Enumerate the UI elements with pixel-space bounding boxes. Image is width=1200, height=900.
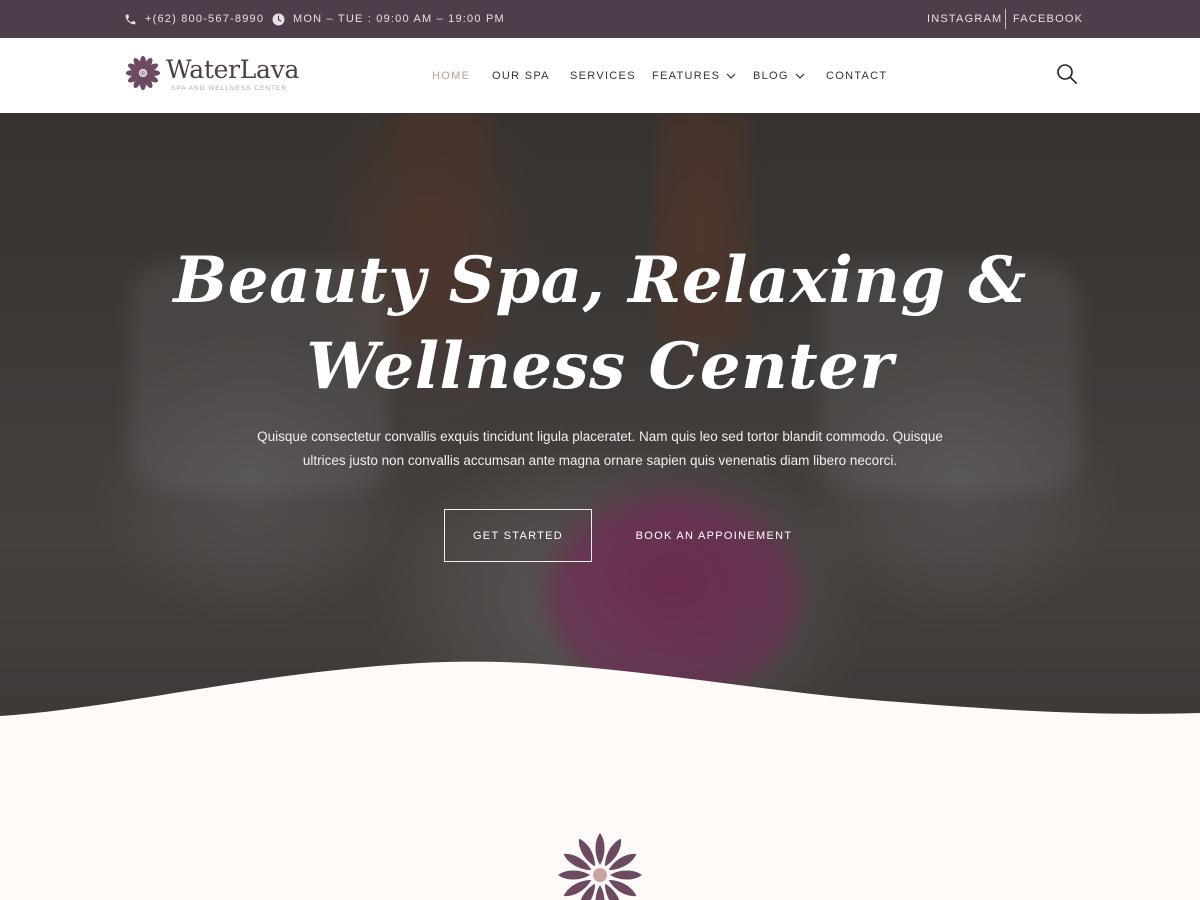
hero-title: Beauty Spa, Relaxing & Wellness Center [0,238,1200,410]
search-button[interactable] [1056,63,1078,85]
top-bar: +(62) 800-567-8990 MON – TUE : 09:00 AM … [0,0,1200,38]
nav-our-spa[interactable]: OUR SPA [492,38,550,113]
social-instagram[interactable]: INSTAGRAM [927,0,1002,38]
nav-blog[interactable]: BLOG [753,38,805,113]
chevron-down-icon [726,70,736,82]
hero-description-line2: ultrices justo non convallis accumsan an… [302,453,898,468]
clock-icon [272,13,285,26]
opening-hours: MON – TUE : 09:00 AM – 19:00 PM [293,13,505,25]
hero-title-line2: Wellness Center [306,329,894,404]
logo-name: WaterLava [166,55,300,84]
hero-banner: Beauty Spa, Relaxing & Wellness Center Q… [0,113,1200,726]
hero-description: Quisque consectetur convallis exquis tin… [230,425,970,473]
nav-services-label: SERVICES [570,69,636,82]
flower-icon [124,54,162,97]
nav-features-label: FEATURES [652,69,721,82]
hero-wave-divider [0,661,1200,726]
book-appointment-label: BOOK AN APPOINEMENT [635,529,793,542]
get-started-label: GET STARTED [472,529,564,542]
hero-title-line1: Beauty Spa, Relaxing & [173,243,1027,318]
book-appointment-button[interactable]: BOOK AN APPOINEMENT [626,509,802,562]
nav-home[interactable]: HOME [432,38,470,113]
hours-info: MON – TUE : 09:00 AM – 19:00 PM [272,0,505,38]
chevron-down-icon [795,70,805,82]
hero-description-line1: Quisque consectetur convallis exquis tin… [257,429,943,444]
phone-info: +(62) 800-567-8990 [124,0,264,38]
nav-contact[interactable]: CONTACT [826,38,887,113]
main-navbar: WaterLava SPA AND WELLNESS CENTER HOME O… [0,38,1200,113]
nav-services[interactable]: SERVICES [570,38,636,113]
nav-our-spa-label: OUR SPA [492,69,550,82]
get-started-button[interactable]: GET STARTED [444,509,592,562]
phone-icon [124,13,137,26]
logo-tagline: SPA AND WELLNESS CENTER [171,85,288,92]
search-icon [1056,64,1078,89]
social-divider [1005,9,1006,29]
section-flower-icon [550,820,650,900]
facebook-link[interactable]: FACEBOOK [1013,13,1083,25]
nav-home-label: HOME [432,69,471,82]
nav-contact-label: CONTACT [826,69,888,82]
logo[interactable]: WaterLava SPA AND WELLNESS CENTER [124,52,304,100]
nav-features[interactable]: FEATURES [652,38,736,113]
nav-blog-label: BLOG [753,69,789,82]
social-facebook[interactable]: FACEBOOK [1013,0,1083,38]
instagram-link[interactable]: INSTAGRAM [927,13,1002,25]
hero-overlay [0,113,1200,726]
phone-number: +(62) 800-567-8990 [145,13,265,25]
